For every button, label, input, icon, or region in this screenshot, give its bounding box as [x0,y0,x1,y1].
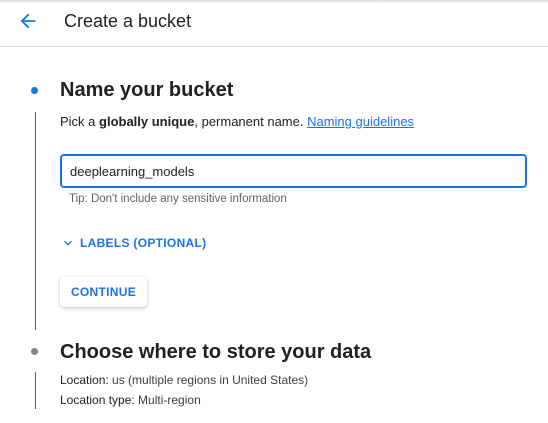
top-shadow [0,0,548,3]
desc-bold: globally unique [99,114,195,129]
page-header: Create a bucket [0,0,548,47]
chevron-down-icon [64,240,72,246]
bucket-name-field[interactable] [60,154,527,188]
step-1-line [35,112,36,330]
naming-guidelines-link[interactable]: Naming guidelines [307,114,414,129]
page-title: Create a bucket [64,11,192,31]
step-2-indicator [31,348,38,355]
desc-text-2: , permanent name. [194,114,308,129]
bucket-name-input[interactable] [62,156,510,186]
location-summary: Location: us (multiple regions in United… [60,373,308,387]
desc-text: Pick a [60,114,100,129]
step-2-title: Choose where to store your data [60,341,372,363]
continue-button[interactable]: CONTINUE [60,277,147,307]
location-type-value: Multi-region [134,393,201,407]
labels-toggle[interactable]: LABELS (OPTIONAL) [60,235,206,251]
step-1-description: Pick a globally unique, permanent name. … [60,114,414,129]
step-1-title: Name your bucket [60,79,234,101]
step-1-indicator [31,87,38,94]
location-label: Location: [60,373,109,387]
location-type-label: Location type: [60,393,135,407]
input-tip: Tip: Don't include any sensitive informa… [69,193,287,205]
step-2-line [35,372,36,409]
location-type-summary: Location type: Multi-region [60,393,201,407]
labels-toggle-label: LABELS (OPTIONAL) [80,236,207,250]
location-value: us (multiple regions in United States) [108,373,309,387]
arrow-left-icon[interactable] [17,10,39,32]
